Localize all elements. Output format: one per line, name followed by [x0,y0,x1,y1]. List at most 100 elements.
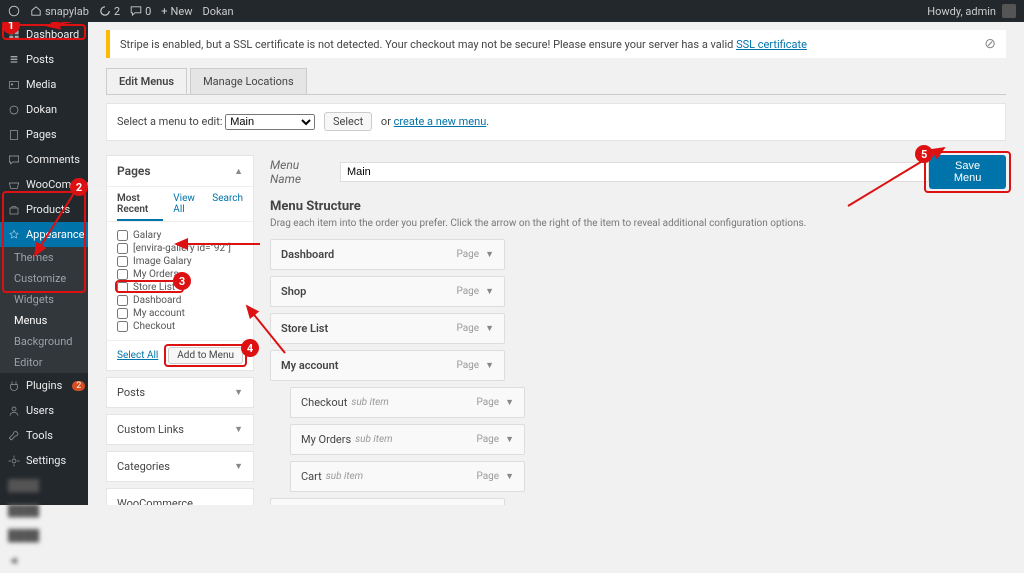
chevron-down-icon: ▼ [485,360,494,371]
menu-name-label: Menu Name [270,158,330,186]
chevron-down-icon: ▼ [485,286,494,297]
chevron-down-icon: ▼ [234,387,243,398]
sidebar-item[interactable]: Tools [0,423,88,448]
sidebar-item-label: Plugins [26,379,62,392]
sidebar-item[interactable]: Posts [0,47,88,72]
comments-count[interactable]: 0 [130,5,151,18]
sidebar-item-label: Dashboard [26,28,79,41]
ssl-notice: Stripe is enabled, but a SSL certificate… [106,30,1006,58]
select-menu-label: Select a menu to edit: [117,115,222,128]
sidebar-item-label: Dokan [26,103,57,116]
page-checkbox[interactable]: Galary [117,230,243,241]
pages-tab[interactable]: Search [212,193,243,215]
menu-item[interactable]: DashboardPage▼ [270,239,505,270]
comments-icon [8,154,20,166]
accordion-panel[interactable]: Categories▼ [106,451,254,482]
products-icon [8,204,20,216]
callout-2: 2 [70,178,88,196]
tab-manage-locations[interactable]: Manage Locations [190,68,307,94]
menu-item[interactable]: My accountPage▼ [270,350,505,381]
collapse-menu[interactable]: ◄ [0,548,88,573]
sidebar-item-label: Comments [26,153,80,166]
menu-name-input[interactable] [340,162,929,182]
chevron-down-icon: ▼ [234,461,243,472]
menu-item[interactable]: ShopPage▼ [270,276,505,307]
appearance-icon [8,229,20,241]
sidebar-item[interactable]: Products [0,197,88,222]
page-checkbox[interactable]: My account [117,308,243,319]
sidebar-item-label: Pages [26,128,57,141]
sidebar-item-label: Settings [26,454,66,467]
sidebar-item[interactable]: Plugins2 [0,373,88,398]
menu-item[interactable]: Cartsub itemPage▼ [290,461,525,492]
new-content[interactable]: + New [161,5,192,18]
menu-item[interactable]: My Orderssub itemPage▼ [290,424,525,455]
page-checkbox[interactable]: Checkout [117,321,243,332]
menu-select[interactable]: Main [225,114,315,130]
select-button[interactable]: Select [324,112,372,131]
wp-logo[interactable] [8,5,20,17]
save-menu-button[interactable]: Save Menu [929,155,1006,189]
dokan-link[interactable]: Dokan [202,5,233,18]
sidebar-item-label: Tools [26,429,53,442]
dokan-icon [8,104,20,116]
sidebar-item[interactable]: Pages [0,122,88,147]
users-icon [8,405,20,417]
sidebar-subitem[interactable]: Editor [0,352,88,373]
plugins-icon [8,380,20,392]
pages-tab[interactable]: View All [173,193,202,215]
chevron-down-icon: ▼ [505,397,514,408]
sidebar-subitem[interactable]: Background [0,331,88,352]
sidebar-item[interactable]: Users [0,398,88,423]
ssl-link[interactable]: SSL certificate [736,38,807,51]
create-menu-link[interactable]: create a new menu [394,115,487,128]
tab-edit-menus[interactable]: Edit Menus [106,68,187,94]
menu-item[interactable]: Checkoutsub itemPage▼ [290,387,525,418]
chevron-down-icon: ▼ [485,249,494,260]
menu-item[interactable]: Store ListPage▼ [270,313,505,344]
blur-item[interactable]: ████ [0,498,88,523]
woocommerce-icon [8,179,20,191]
page-checkbox[interactable]: Dashboard [117,295,243,306]
sidebar-item[interactable]: Comments [0,147,88,172]
chevron-up-icon: ▲ [234,166,243,177]
pages-icon [8,129,20,141]
add-to-menu-button[interactable]: Add to Menu [168,347,243,364]
sidebar-subitem[interactable]: Menus [0,310,88,331]
media-icon [8,79,20,91]
accordion-panel[interactable]: WooCommerce endpoints▼ [106,488,254,505]
sidebar-subitem[interactable]: Themes [0,247,88,268]
sidebar-item[interactable]: Settings [0,448,88,473]
structure-hint: Drag each item into the order you prefer… [270,218,1006,229]
tools-icon [8,430,20,442]
pages-tab[interactable]: Most Recent [117,193,163,221]
page-checkbox[interactable]: [envira-gallery id="92"] [117,243,243,254]
structure-title: Menu Structure [270,199,1006,214]
select-all-link[interactable]: Select All [117,350,158,361]
callout-4: 4 [241,339,259,357]
sidebar-subitem[interactable]: Widgets [0,289,88,310]
sidebar-item-label: Users [26,404,54,417]
pages-panel-head[interactable]: Pages▲ [107,156,253,187]
seo-item[interactable]: ████ [0,473,88,498]
dismiss-icon[interactable]: ⊘ [984,36,996,52]
blur-item[interactable]: ████ [0,523,88,548]
sidebar-item-label: Products [26,203,70,216]
chevron-down-icon: ▼ [505,434,514,445]
sidebar-subitem[interactable]: Customize [0,268,88,289]
avatar[interactable] [1002,4,1016,18]
sidebar-item[interactable]: Appearance [0,222,88,247]
menu-item[interactable]: Image GalaryPage▼ [270,498,505,505]
accordion-panel[interactable]: Custom Links▼ [106,414,254,445]
howdy[interactable]: Howdy, admin [927,5,996,18]
site-name[interactable]: snapylab [30,5,89,18]
sidebar-item[interactable]: Dokan [0,97,88,122]
updates[interactable]: 2 [99,5,120,18]
sidebar-item-label: Appearance [26,228,85,241]
sidebar-item-label: Media [26,78,56,91]
sidebar-item-label: Posts [26,53,54,66]
accordion-panel[interactable]: Posts▼ [106,377,254,408]
settings-icon [8,455,20,467]
page-checkbox[interactable]: Image Galary [117,256,243,267]
sidebar-item[interactable]: Media [0,72,88,97]
